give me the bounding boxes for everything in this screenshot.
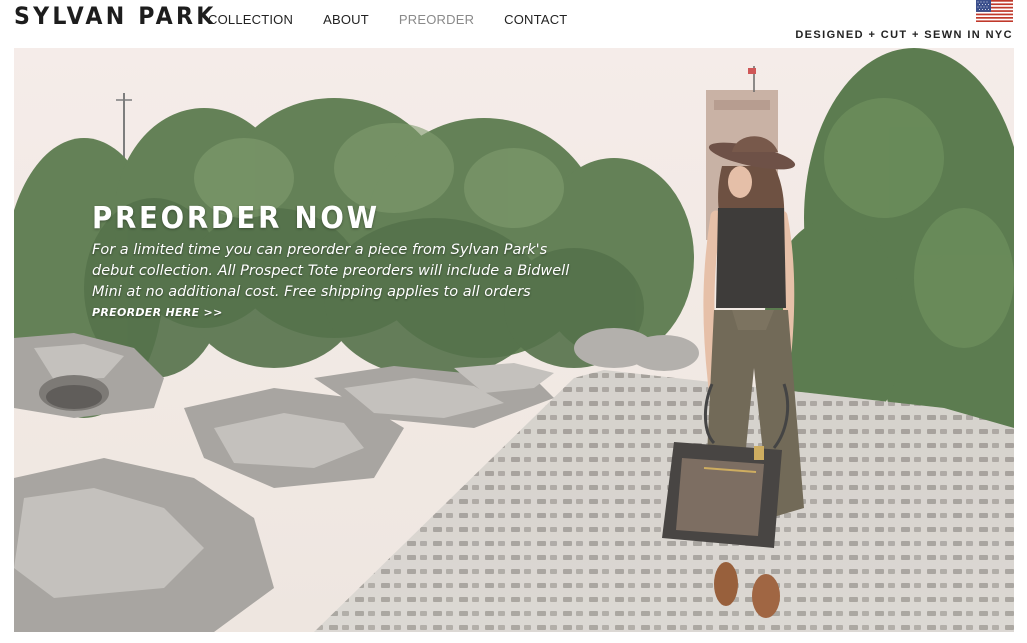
main-nav: COLLECTION ABOUT PREORDER CONTACT [208, 12, 597, 27]
hero-heading: PREORDER NOW [92, 201, 380, 236]
preorder-link[interactable]: PREORDER HERE >> [92, 306, 223, 319]
brand-logo[interactable]: SYLVAN PARK [14, 2, 217, 30]
hero-photo [14, 48, 1014, 632]
nav-item-contact[interactable]: CONTACT [504, 12, 567, 27]
hero-body: For a limited time you can preorder a pi… [92, 242, 570, 300]
us-flag-icon [976, 0, 1013, 22]
hero-banner: PREORDER NOW For a limited time you can … [14, 48, 1014, 632]
hero-copy: PREORDER NOW For a limited time you can … [92, 200, 592, 321]
nav-item-preorder[interactable]: PREORDER [399, 12, 474, 27]
nav-item-about[interactable]: ABOUT [323, 12, 369, 27]
nav-item-collection[interactable]: COLLECTION [208, 12, 293, 27]
site-header: SYLVAN PARK COLLECTION ABOUT PREORDER CO… [0, 0, 1027, 48]
tagline: DESIGNED + CUT + SEWN IN NYC [795, 29, 1013, 41]
